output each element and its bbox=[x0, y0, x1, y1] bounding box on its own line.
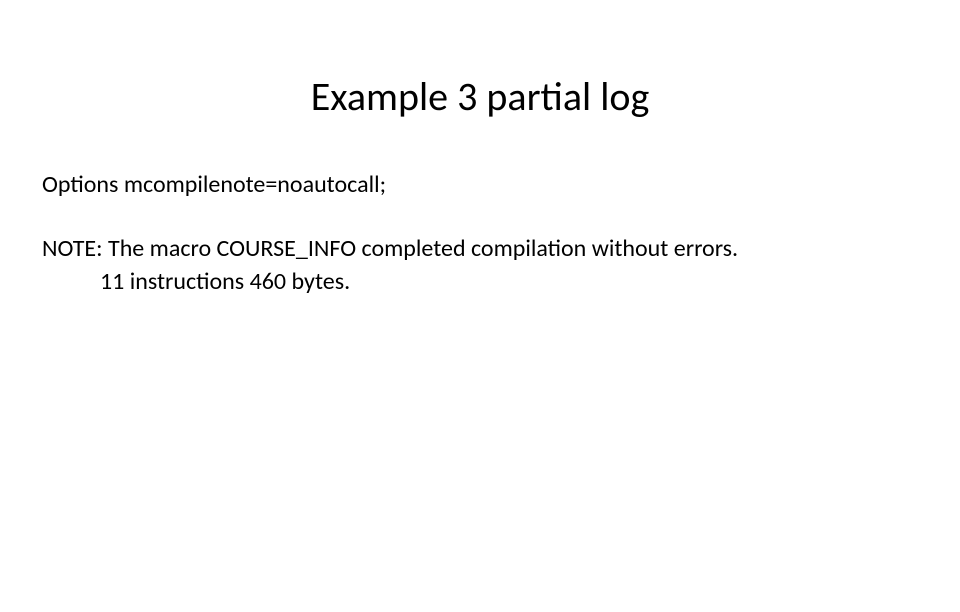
slide-container: Example 3 partial log Options mcompileno… bbox=[0, 72, 960, 612]
note-line: NOTE: The macro COURSE_INFO completed co… bbox=[42, 233, 918, 265]
detail-line: 11 instructions 460 bytes. bbox=[42, 266, 918, 298]
options-statement: Options mcompilenote=noautocall; bbox=[42, 169, 918, 201]
slide-title: Example 3 partial log bbox=[0, 72, 960, 121]
slide-body: Options mcompilenote=noautocall; NOTE: T… bbox=[0, 169, 960, 298]
spacer bbox=[42, 201, 918, 233]
